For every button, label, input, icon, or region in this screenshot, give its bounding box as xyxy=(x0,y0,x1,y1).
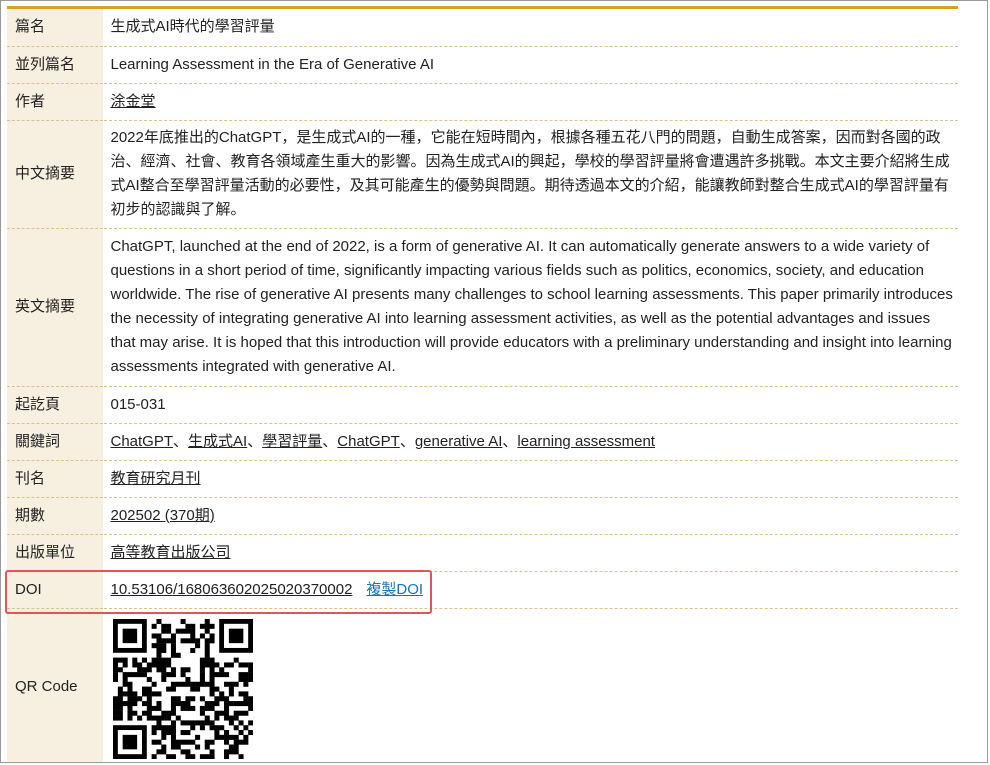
label-parallel-title: 並列篇名 xyxy=(7,46,104,84)
keyword-link[interactable]: 生成式AI xyxy=(188,433,247,450)
author-link[interactable]: 涂金堂 xyxy=(111,93,156,110)
label-abstract-zh: 中文摘要 xyxy=(7,120,104,229)
row-publisher: 出版單位 高等教育出版公司 xyxy=(7,534,958,572)
label-issue: 期數 xyxy=(7,497,104,535)
row-issue: 期數 202502 (370期) xyxy=(7,497,958,535)
issue-link[interactable]: 202502 (370期) xyxy=(111,507,215,524)
label-keywords: 關鍵詞 xyxy=(7,423,104,461)
qr-code-image xyxy=(112,618,253,759)
keyword-separator: 、 xyxy=(322,432,338,450)
label-abstract-en: 英文摘要 xyxy=(7,228,104,387)
value-parallel-title: Learning Assessment in the Era of Genera… xyxy=(103,46,958,84)
copy-doi-button[interactable]: 複製DOI xyxy=(366,581,423,598)
keyword-list: ChatGPT、生成式AI、學習評量、ChatGPT、generative AI… xyxy=(103,423,958,461)
keyword-separator: 、 xyxy=(399,432,415,450)
keyword-link[interactable]: learning assessment xyxy=(517,433,655,450)
keyword-link[interactable]: 學習評量 xyxy=(262,433,322,450)
doi-link[interactable]: 10.53106/168063602025020370002 xyxy=(111,581,353,598)
journal-link[interactable]: 教育研究月刊 xyxy=(111,470,201,487)
row-author: 作者 涂金堂 xyxy=(7,83,958,121)
row-qr: QR Code xyxy=(7,608,958,762)
label-qr: QR Code xyxy=(7,608,104,762)
qr-code-icon xyxy=(112,618,253,759)
label-author: 作者 xyxy=(7,83,104,121)
row-parallel-title: 並列篇名 Learning Assessment in the Era of G… xyxy=(7,46,958,84)
row-journal: 刊名 教育研究月刊 xyxy=(7,460,958,498)
row-keywords: 關鍵詞 ChatGPT、生成式AI、學習評量、ChatGPT、generativ… xyxy=(7,423,958,461)
keyword-link[interactable]: generative AI xyxy=(415,433,503,450)
row-title: 篇名 生成式AI時代的學習評量 xyxy=(7,9,958,47)
keyword-link[interactable]: ChatGPT xyxy=(111,433,174,450)
keyword-separator: 、 xyxy=(247,432,263,450)
publisher-link[interactable]: 高等教育出版公司 xyxy=(111,544,231,561)
row-doi: DOI 10.53106/168063602025020370002 複製DOI xyxy=(7,571,958,609)
keyword-separator: 、 xyxy=(173,432,189,450)
row-pages: 起訖頁 015-031 xyxy=(7,386,958,424)
value-abstract-en: ChatGPT, launched at the end of 2022, is… xyxy=(103,228,958,387)
label-pages: 起訖頁 xyxy=(7,386,104,424)
keyword-link[interactable]: ChatGPT xyxy=(337,433,400,450)
label-doi: DOI xyxy=(7,571,104,609)
value-pages: 015-031 xyxy=(103,386,958,424)
label-title: 篇名 xyxy=(7,9,104,47)
row-abstract-en: 英文摘要 ChatGPT, launched at the end of 202… xyxy=(7,228,958,387)
value-abstract-zh: 2022年底推出的ChatGPT，是生成式AI的一種，它能在短時間內，根據各種五… xyxy=(103,120,958,229)
article-metadata-panel: 篇名 生成式AI時代的學習評量 並列篇名 Learning Assessment… xyxy=(0,0,988,763)
metadata-table: 篇名 生成式AI時代的學習評量 並列篇名 Learning Assessment… xyxy=(7,9,958,762)
keyword-separator: 、 xyxy=(502,432,518,450)
label-journal: 刊名 xyxy=(7,460,104,498)
value-title: 生成式AI時代的學習評量 xyxy=(103,9,958,47)
label-publisher: 出版單位 xyxy=(7,534,104,572)
row-abstract-zh: 中文摘要 2022年底推出的ChatGPT，是生成式AI的一種，它能在短時間內，… xyxy=(7,120,958,229)
